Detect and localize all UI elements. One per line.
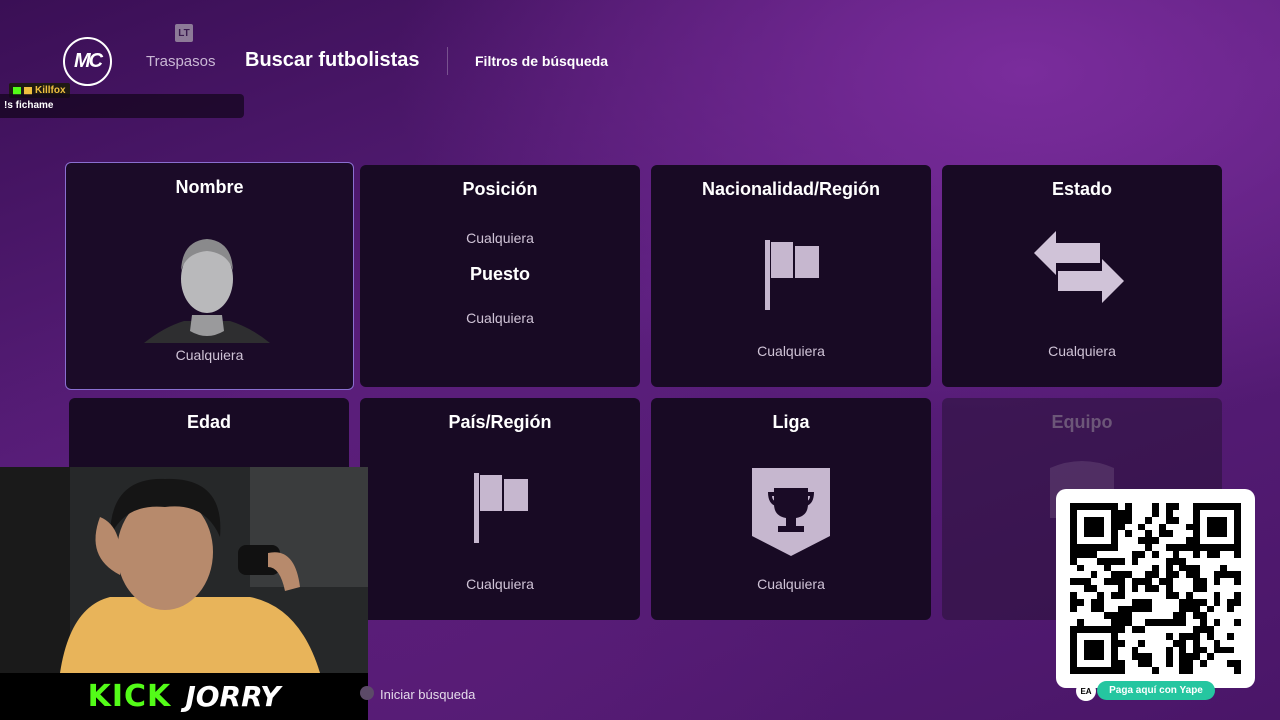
tile-title: Liga [772, 412, 810, 432]
qr-code-image [1070, 503, 1241, 674]
qr-code-card [1056, 489, 1255, 688]
tile-value: Cualquiera [175, 347, 244, 363]
nav-divider [447, 47, 448, 75]
flag-icon [474, 473, 528, 543]
kick-logo: KICK [87, 679, 172, 714]
filter-tile-posicion[interactable]: Posición Cualquiera Puesto Cualquiera [360, 165, 640, 387]
filter-tile-liga[interactable]: Liga Cualquiera [651, 398, 931, 620]
player-silhouette-icon [144, 239, 270, 343]
tile-value: Cualquiera [466, 230, 534, 246]
lt-button-icon: LT [175, 24, 193, 42]
tile-title: Posición [462, 179, 538, 199]
filter-tile-nombre[interactable]: Nombre Cualquiera [65, 162, 354, 390]
tile-subvalue: Cualquiera [466, 310, 534, 326]
tile-title: Nombre [175, 177, 244, 197]
tile-value: Cualquiera [1048, 343, 1116, 359]
tile-value: Cualquiera [757, 576, 825, 592]
chat-message: !s fichame [0, 94, 244, 118]
tile-subtitle: Puesto [469, 264, 530, 284]
trophy-shield-icon [752, 468, 830, 556]
mc-logo: MC [63, 37, 112, 86]
streamer-webcam-image [0, 467, 368, 673]
tab-buscar-futbolistas[interactable]: Buscar futbolistas [245, 49, 419, 72]
start-search-button[interactable]: Iniciar búsqueda [380, 687, 475, 702]
filter-tile-estado[interactable]: Estado Cualquiera [942, 165, 1222, 387]
tile-title: Nacionalidad/Región [701, 179, 881, 199]
transfer-arrows-icon [1034, 231, 1124, 303]
tab-traspasos[interactable]: Traspasos [146, 53, 215, 70]
tile-title: País/Región [448, 412, 552, 432]
stream-banner: KICK JORRY [0, 673, 368, 720]
tile-title: Estado [1051, 179, 1112, 199]
filter-tile-pais[interactable]: País/Región Cualquiera [360, 398, 640, 620]
controller-button-icon [360, 686, 374, 700]
tile-title: Edad [186, 412, 231, 432]
streamer-name: JORRY [185, 680, 281, 713]
tile-title: Equipo [1051, 412, 1113, 432]
filter-tile-nacionalidad[interactable]: Nacionalidad/Región Cualquiera [651, 165, 931, 387]
ea-badge-icon: EA [1076, 681, 1096, 701]
tile-value: Cualquiera [466, 576, 534, 592]
qr-caption: Paga aquí con Yape [1097, 681, 1215, 700]
flag-icon [765, 240, 819, 310]
tile-value: Cualquiera [757, 343, 825, 359]
filters-heading: Filtros de búsqueda [475, 53, 609, 69]
